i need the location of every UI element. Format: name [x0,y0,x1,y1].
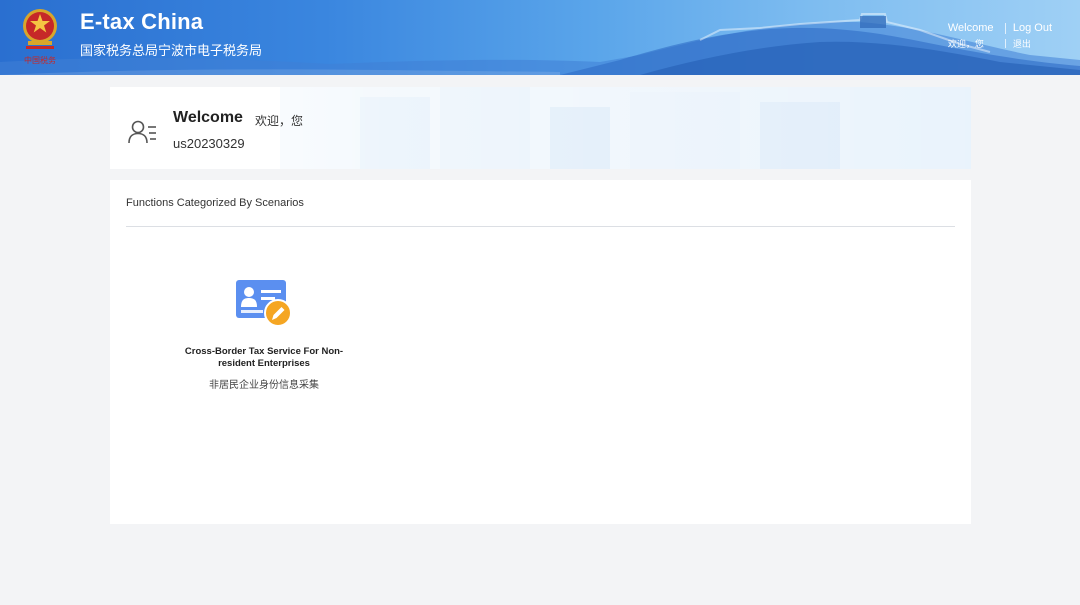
link-divider [1004,39,1006,48]
id-card-edit-icon [236,280,292,327]
welcome-heading-cn: 欢迎，您 [255,114,304,128]
welcome-card-background-art [110,87,971,169]
welcome-link[interactable]: Welcome [948,22,998,34]
functions-panel: Functions Categorized By Scenarios Cross… [110,180,971,524]
service-name-cn: 非居民企业身份信息采集 [209,380,319,391]
username-label: us20230329 [173,136,245,151]
welcome-card: Welcome 欢迎，您 us20230329 [110,87,971,169]
user-profile-icon [128,120,156,144]
tax-emblem-logo: 中国税务 [23,9,57,65]
section-title: Functions Categorized By Scenarios [126,197,304,209]
top-links: Welcome Log Out 欢迎，您 退出 [948,22,1052,50]
logout-link-cn[interactable]: 退出 [1013,37,1031,50]
welcome-heading: Welcome [173,109,243,126]
top-header: 中国税务 E-tax China 国家税务总局宁波市电子税务局 Welcome … [0,0,1080,75]
service-tile-cross-border-tax[interactable]: Cross-Border Tax Service For Non-residen… [178,270,350,395]
svg-text:中国税务: 中国税务 [24,55,56,65]
link-divider [1004,22,1006,34]
section-divider [126,226,955,227]
service-name-en: Cross-Border Tax Service For Non-residen… [184,346,344,369]
welcome-link-cn[interactable]: 欢迎，您 [948,37,998,50]
logout-link[interactable]: Log Out [1013,22,1052,34]
site-subtitle: 国家税务总局宁波市电子税务局 [80,44,263,59]
site-title: E-tax China [80,9,204,34]
